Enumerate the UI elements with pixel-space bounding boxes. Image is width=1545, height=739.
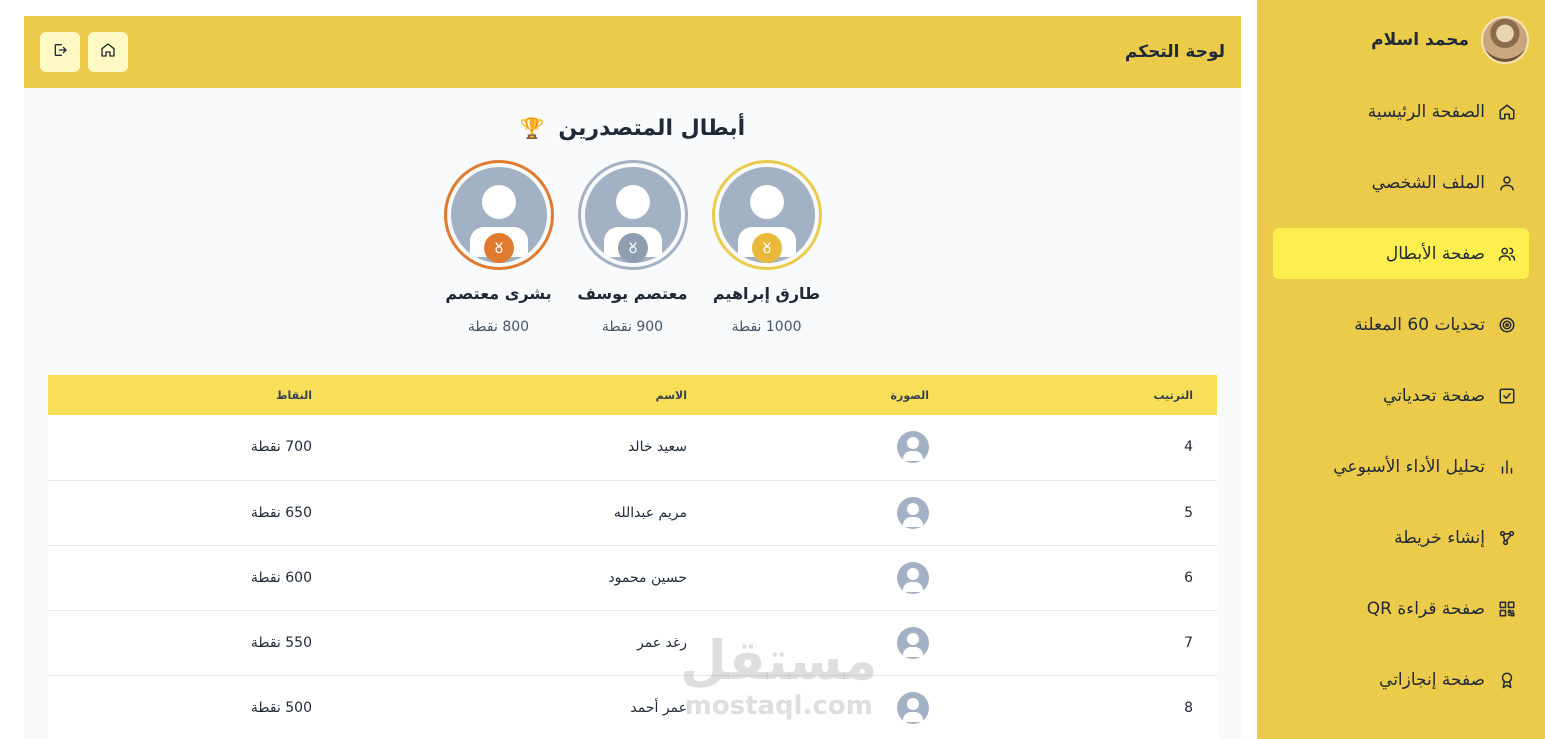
cell-points: 650 نقطة: [250, 504, 312, 521]
cell-points: 550 نقطة: [250, 634, 312, 651]
cell-rank: 4: [1184, 439, 1193, 456]
table-row[interactable]: 8 عمر أحمد 500 نقطة: [48, 675, 1217, 739]
sidebar-item-label: صفحة قراءة QR: [1366, 598, 1485, 619]
header: لوحة التحكم: [24, 16, 1241, 88]
champion-first[interactable]: طارق إبراهيم 1000 نقطة: [711, 160, 822, 335]
avatar: [897, 626, 929, 659]
main-content: لوحة التحكم أبطال المتصدرين 🏆 طارق إبراه…: [24, 16, 1241, 739]
champion-third[interactable]: بشرى معتصم 800 نقطة: [443, 160, 554, 335]
cell-points: 600 نقطة: [250, 569, 312, 586]
champion-name: بشرى معتصم: [445, 284, 552, 303]
bronze-medal-icon: [483, 233, 514, 263]
sidebar-item-label: إنشاء خريطة: [1394, 527, 1485, 548]
sidebar-item-label: الملف الشخصي: [1371, 172, 1485, 193]
column-header-rank: الترتيب: [1153, 388, 1194, 402]
column-header-points: النقاط: [276, 388, 312, 402]
avatar: [897, 496, 929, 529]
home-icon: [1497, 102, 1517, 122]
champion-second[interactable]: معتصم يوسف 900 نقطة: [577, 160, 688, 335]
bar-chart-icon: [1497, 457, 1517, 477]
sidebar-item-profile[interactable]: الملف الشخصي: [1273, 157, 1529, 208]
cell-rank: 7: [1184, 634, 1193, 651]
sidebar-item-qr-reader[interactable]: صفحة قراءة QR: [1273, 583, 1529, 634]
logout-button[interactable]: [40, 32, 80, 72]
target-icon: [1497, 315, 1517, 335]
table-header-row: الترتيب الصورة الاسم النقاط: [48, 375, 1217, 415]
sidebar-item-label: صفحة الأبطال: [1385, 243, 1485, 264]
sidebar-item-label: الصفحة الرئيسية: [1367, 101, 1485, 122]
podium: طارق إبراهيم 1000 نقطة معتصم يوسف 900 نق…: [24, 160, 1241, 335]
check-square-icon: [1497, 386, 1517, 406]
sidebar-item-challenges-60[interactable]: تحديات 60 المعلنة: [1273, 299, 1529, 350]
cell-name: حسين محمود: [608, 569, 687, 586]
gold-medal-icon: [751, 233, 782, 263]
users-icon: [1497, 244, 1517, 264]
table-row[interactable]: 7 رغد عمر 550 نقطة: [48, 610, 1217, 675]
leaderboard-table: الترتيب الصورة الاسم النقاط 4 سعيد خالد …: [48, 375, 1217, 739]
cell-name: سعيد خالد: [627, 439, 687, 456]
cell-rank: 5: [1184, 504, 1193, 521]
header-actions: [40, 32, 128, 72]
leaders-title: أبطال المتصدرين 🏆: [24, 116, 1241, 146]
avatar: [1481, 16, 1529, 64]
column-header-name: الاسم: [655, 388, 687, 402]
table-row[interactable]: 5 مريم عبدالله 650 نقطة: [48, 480, 1217, 545]
champion-ring: [711, 160, 822, 270]
silver-medal-icon: [617, 233, 648, 263]
qr-code-icon: [1497, 599, 1517, 619]
cell-name: عمر أحمد: [630, 699, 687, 716]
sidebar-item-label: صفحة إنجازاتي: [1379, 669, 1485, 690]
home-button[interactable]: [88, 32, 128, 72]
champion-ring: [577, 160, 688, 270]
cell-name: رغد عمر: [636, 634, 687, 651]
champion-points: 1000 نقطة: [731, 319, 802, 335]
champion-points: 800 نقطة: [467, 319, 530, 335]
app: محمد اسلام الصفحة الرئيسية الملف الشخصي …: [0, 0, 1545, 739]
avatar: [897, 431, 929, 464]
user-name: محمد اسلام: [1371, 30, 1469, 50]
sidebar-item-champions[interactable]: صفحة الأبطال: [1273, 228, 1529, 279]
user-profile[interactable]: محمد اسلام: [1273, 14, 1529, 66]
sidebar-item-my-challenges[interactable]: صفحة تحدياتي: [1273, 370, 1529, 421]
page-title: لوحة التحكم: [1124, 42, 1225, 62]
share-nodes-icon: [1497, 528, 1517, 548]
table-row[interactable]: 6 حسين محمود 600 نقطة: [48, 545, 1217, 610]
cell-points: 700 نقطة: [250, 439, 312, 456]
trophy-icon: 🏆: [519, 116, 545, 140]
home-icon: [100, 42, 116, 62]
user-icon: [1497, 173, 1517, 193]
leaders-title-text: أبطال المتصدرين: [558, 116, 746, 141]
cell-picture: [711, 545, 953, 610]
sidebar: محمد اسلام الصفحة الرئيسية الملف الشخصي …: [1257, 0, 1545, 739]
sidebar-item-create-map[interactable]: إنشاء خريطة: [1273, 512, 1529, 563]
leaderboard-table-wrapper: الترتيب الصورة الاسم النقاط 4 سعيد خالد …: [48, 375, 1217, 739]
champion-name: طارق إبراهيم: [712, 284, 821, 303]
sidebar-nav: الصفحة الرئيسية الملف الشخصي صفحة الأبطا…: [1273, 86, 1529, 705]
column-header-picture: الصورة: [890, 388, 929, 402]
cell-points: 500 نقطة: [250, 699, 312, 716]
champion-name: معتصم يوسف: [577, 284, 688, 303]
cell-rank: 8: [1184, 699, 1193, 716]
cell-rank: 6: [1184, 569, 1193, 586]
cell-name: مريم عبدالله: [613, 504, 687, 521]
sidebar-item-label: تحليل الأداء الأسبوعي: [1333, 456, 1485, 477]
cell-picture: [711, 480, 953, 545]
cell-picture: [711, 675, 953, 739]
award-icon: [1497, 670, 1517, 690]
champion-ring: [443, 160, 554, 270]
logout-icon: [52, 42, 68, 62]
cell-picture: [711, 610, 953, 675]
sidebar-item-label: تحديات 60 المعلنة: [1354, 314, 1485, 335]
avatar: [897, 561, 929, 594]
table-row[interactable]: 4 سعيد خالد 700 نقطة: [48, 415, 1217, 480]
avatar: [897, 691, 929, 724]
sidebar-item-label: صفحة تحدياتي: [1383, 385, 1485, 406]
sidebar-item-achievements[interactable]: صفحة إنجازاتي: [1273, 654, 1529, 705]
sidebar-item-home[interactable]: الصفحة الرئيسية: [1273, 86, 1529, 137]
sidebar-item-weekly-analysis[interactable]: تحليل الأداء الأسبوعي: [1273, 441, 1529, 492]
cell-picture: [711, 415, 953, 480]
champion-points: 900 نقطة: [601, 319, 664, 335]
